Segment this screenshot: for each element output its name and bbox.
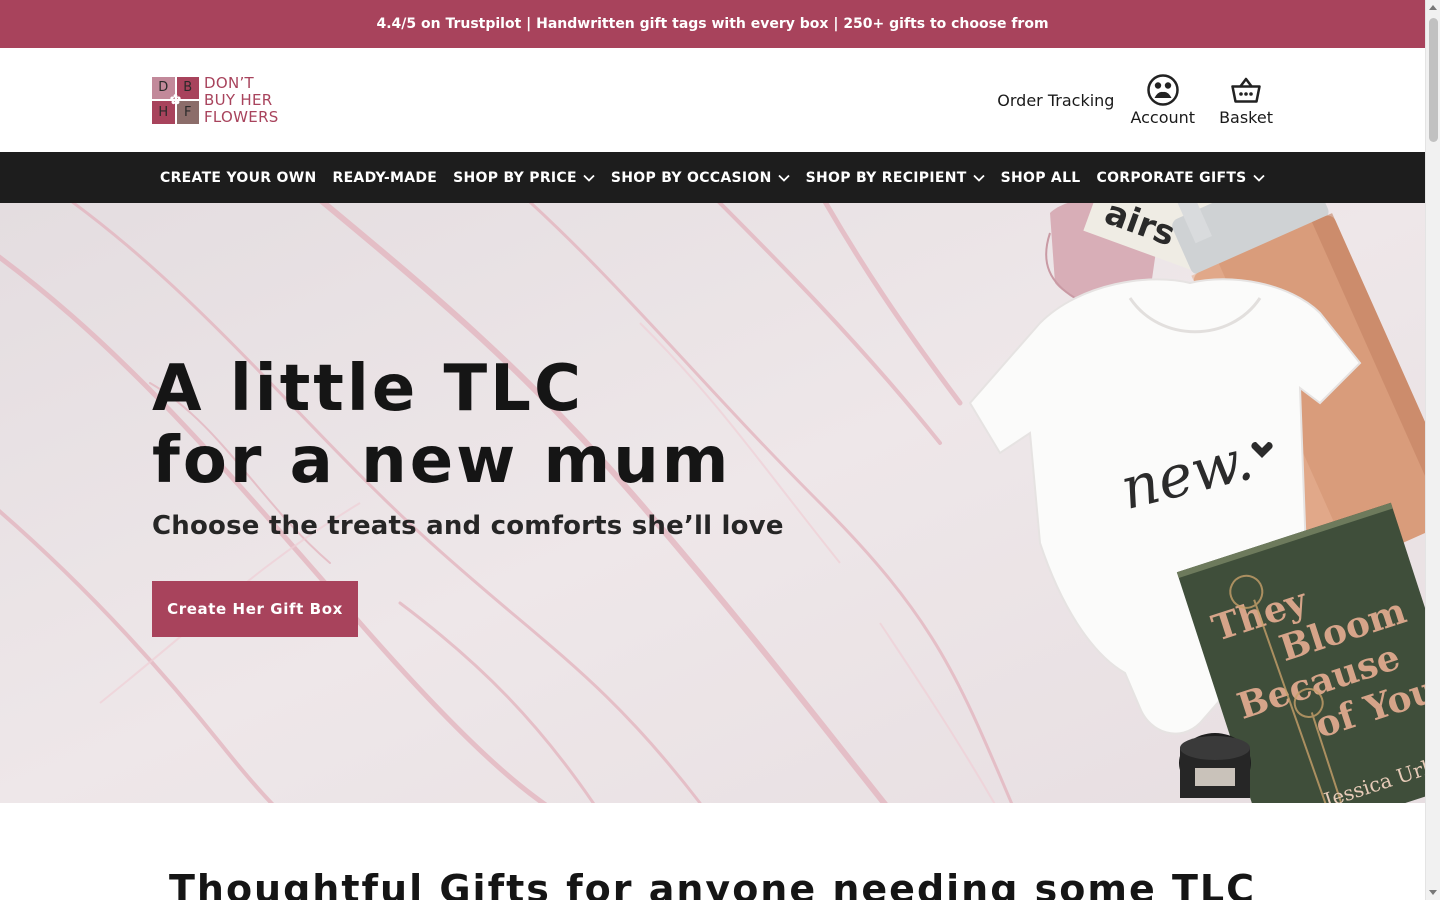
account-icon (1147, 74, 1179, 106)
header-actions: Order Tracking Account Basket (997, 73, 1273, 127)
nav-corporate-gifts[interactable]: CORPORATE GIFTS (1089, 152, 1273, 203)
hero-content: A little TLC for a new mum Choose the tr… (152, 353, 784, 637)
nav-label: SHOP BY RECIPIENT (805, 169, 967, 186)
basket-label: Basket (1219, 108, 1273, 127)
page: 4.4/5 on Trustpilot | Handwritten gift t… (0, 0, 1425, 900)
account-label: Account (1130, 108, 1196, 127)
chevron-down-icon (1252, 174, 1265, 182)
chevron-down-icon (583, 174, 595, 182)
logo-line-3: FLOWERS (204, 107, 279, 126)
basket-icon (1231, 77, 1261, 103)
chevron-down-icon (777, 174, 790, 182)
account-link[interactable]: Account (1130, 73, 1195, 127)
logo-line-2: BUY HER (204, 90, 273, 109)
nav-create-your-own[interactable]: CREATE YOUR OWN (152, 152, 324, 203)
logo-mark: D B H F ✿ (152, 76, 199, 124)
logo-wordmark: DON’T BUY HER FLOWERS (204, 73, 279, 126)
scrollbar-thumb[interactable] (1429, 18, 1438, 142)
nav-ready-made[interactable]: READY-MADE (324, 152, 445, 203)
hero-subtitle: Choose the treats and comforts she’ll lo… (152, 511, 784, 541)
nav-shop-by-occasion[interactable]: SHOP BY OCCASION (603, 152, 798, 203)
nav-shop-by-price[interactable]: SHOP BY PRICE (445, 152, 603, 203)
chevron-down-icon (972, 174, 985, 182)
nav-label: SHOP BY PRICE (453, 169, 577, 186)
nav-shop-by-recipient[interactable]: SHOP BY RECIPIENT (798, 152, 993, 203)
nav-label: SHOP ALL (1000, 169, 1081, 186)
hero-title: A little TLC for a new mum (152, 353, 784, 497)
announcement-text: 4.4/5 on Trustpilot | Handwritten gift t… (376, 16, 1049, 32)
nav-label: CREATE YOUR OWN (160, 169, 317, 186)
nav-label: READY-MADE (332, 169, 438, 186)
nav-label: SHOP BY OCCASION (610, 169, 772, 186)
announcement-bar: 4.4/5 on Trustpilot | Handwritten gift t… (0, 0, 1425, 48)
logo-line-1: DON’T (204, 73, 255, 92)
nav-label: CORPORATE GIFTS (1096, 169, 1247, 186)
vertical-scrollbar[interactable] (1425, 0, 1440, 900)
hero-title-line-1: A little TLC (152, 352, 584, 426)
basket-link[interactable]: Basket (1219, 73, 1273, 127)
main-nav: CREATE YOUR OWN READY-MADE SHOP BY PRICE… (0, 152, 1425, 203)
scroll-down-arrow-icon[interactable] (1429, 890, 1437, 895)
hero-banner: airs new. They Bloom Because of You Jess… (0, 203, 1425, 803)
hero-title-line-2: for a new mum (152, 424, 732, 498)
site-header: D B H F ✿ DON’T BUY HER FLOWERS Order Tr… (0, 48, 1425, 152)
nav-shop-all[interactable]: SHOP ALL (993, 152, 1089, 203)
logo-link[interactable]: D B H F ✿ DON’T BUY HER FLOWERS (152, 73, 279, 126)
order-tracking-link[interactable]: Order Tracking (997, 91, 1114, 127)
scroll-up-arrow-icon[interactable] (1429, 5, 1437, 10)
section-title: Thoughtful Gifts for anyone needing some… (168, 867, 1257, 900)
bow-icon: ✿ (169, 92, 182, 108)
create-gift-box-button[interactable]: Create Her Gift Box (152, 581, 358, 637)
